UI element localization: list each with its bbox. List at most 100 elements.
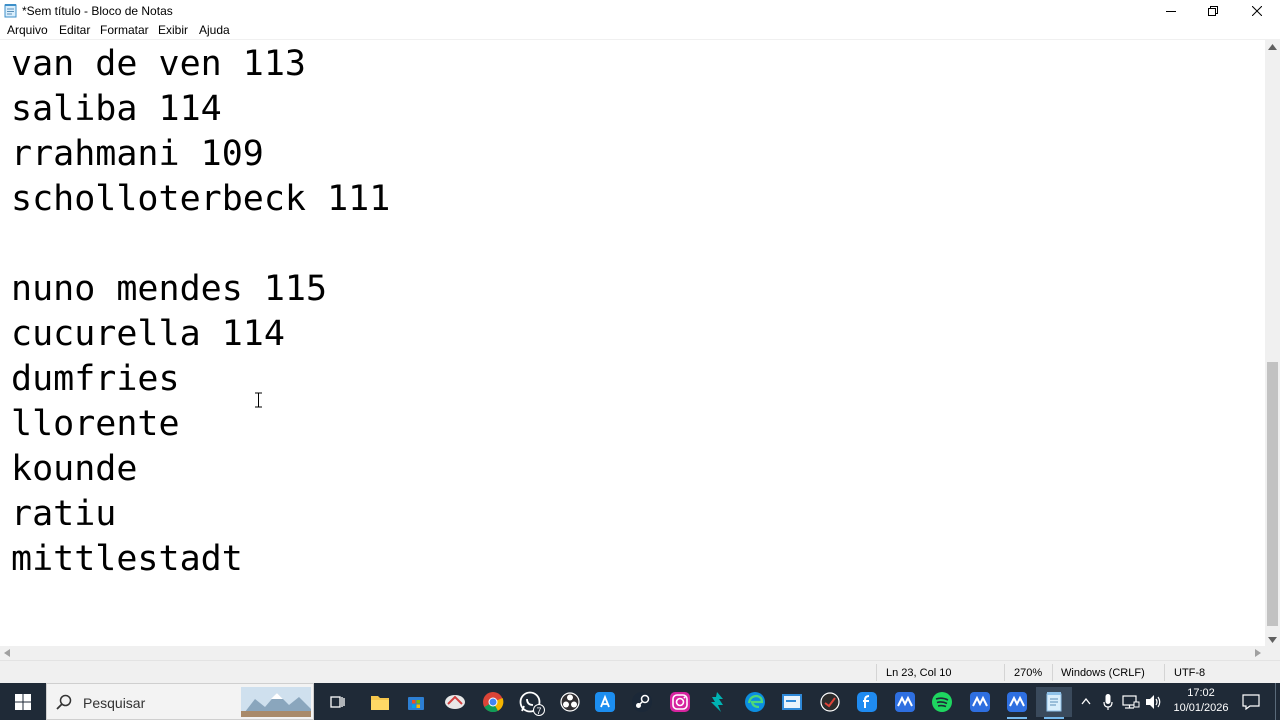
running-indicator bbox=[1044, 717, 1064, 719]
taskbar-clock[interactable]: 17:02 10/01/2026 bbox=[1166, 686, 1236, 716]
cursor-position: Ln 23, Col 10 bbox=[886, 667, 952, 679]
text-line: ratiu bbox=[11, 494, 117, 534]
text-editor[interactable]: van de ven 113 saliba 114 rrahmani 109 s… bbox=[0, 40, 1265, 646]
close-button[interactable] bbox=[1236, 0, 1278, 21]
taskbar-app-chrome[interactable] bbox=[475, 687, 511, 717]
taskbar-app[interactable] bbox=[887, 687, 923, 717]
edge-icon bbox=[745, 692, 765, 712]
steam-icon bbox=[632, 692, 652, 712]
taskbar: Pesquisar 7 17:02 10/01/2026 bbox=[0, 683, 1280, 720]
taskbar-app[interactable] bbox=[587, 687, 623, 717]
taskbar-app-whatsapp[interactable]: 7 bbox=[512, 687, 548, 717]
search-highlight-image bbox=[241, 687, 311, 717]
volume-button[interactable] bbox=[1143, 683, 1165, 720]
app-icon bbox=[711, 692, 723, 712]
windows-logo-icon bbox=[15, 693, 31, 710]
app-icon bbox=[782, 694, 802, 710]
notification-center-button[interactable] bbox=[1236, 683, 1266, 720]
scroll-right-icon[interactable] bbox=[1255, 649, 1261, 657]
running-indicator bbox=[1007, 717, 1027, 719]
show-desktop-button[interactable] bbox=[1275, 683, 1280, 720]
taskbar-app[interactable] bbox=[812, 687, 848, 717]
chevron-up-icon bbox=[1081, 698, 1091, 705]
app-store-icon bbox=[595, 692, 615, 712]
zoom-level: 270% bbox=[1014, 667, 1043, 679]
taskbar-app[interactable] bbox=[774, 687, 810, 717]
taskbar-app-spotify[interactable] bbox=[924, 687, 960, 717]
network-icon bbox=[1122, 694, 1140, 709]
task-view-icon bbox=[330, 696, 345, 708]
taskbar-app-notepad[interactable] bbox=[1036, 687, 1072, 719]
notepad-icon bbox=[1046, 692, 1062, 712]
search-placeholder: Pesquisar bbox=[83, 695, 146, 711]
encoding: UTF-8 bbox=[1174, 667, 1206, 679]
app-icon bbox=[445, 695, 465, 709]
menu-formatar[interactable]: Formatar bbox=[100, 23, 149, 37]
scroll-down-icon[interactable] bbox=[1268, 637, 1277, 643]
text-line: saliba 114 bbox=[11, 89, 222, 129]
vertical-scrollbar[interactable] bbox=[1265, 40, 1280, 646]
show-hidden-icons-button[interactable] bbox=[1076, 683, 1096, 720]
status-divider bbox=[1052, 664, 1053, 681]
text-line: nuno mendes 115 bbox=[11, 269, 328, 309]
taskbar-app[interactable] bbox=[962, 687, 998, 717]
taskbar-app-file-explorer[interactable] bbox=[362, 687, 398, 717]
app-icon bbox=[895, 692, 915, 712]
chrome-icon bbox=[483, 692, 504, 713]
microphone-button[interactable] bbox=[1098, 683, 1118, 720]
instagram-icon bbox=[670, 692, 690, 712]
status-bar: Ln 23, Col 10 270% Windows (CRLF) UTF-8 bbox=[0, 660, 1280, 683]
notification-icon bbox=[1242, 693, 1260, 710]
microsoft-store-icon bbox=[408, 697, 424, 710]
taskbar-app[interactable] bbox=[437, 687, 473, 717]
microphone-icon bbox=[1103, 693, 1113, 710]
taskbar-app[interactable] bbox=[699, 687, 735, 717]
scroll-up-icon[interactable] bbox=[1268, 44, 1277, 50]
taskbar-app-store[interactable] bbox=[398, 687, 434, 717]
text-line: van de ven 113 bbox=[11, 44, 307, 84]
minimize-button[interactable] bbox=[1150, 0, 1192, 21]
search-icon bbox=[56, 694, 72, 710]
spotify-icon bbox=[932, 692, 952, 712]
restore-button[interactable] bbox=[1192, 0, 1234, 21]
window-title: *Sem título - Bloco de Notas bbox=[22, 4, 173, 18]
clock-time: 17:02 bbox=[1187, 687, 1215, 699]
scroll-left-icon[interactable] bbox=[4, 649, 10, 657]
app-icon bbox=[857, 692, 877, 712]
close-icon bbox=[1252, 5, 1262, 16]
app-icon bbox=[1007, 692, 1027, 712]
line-ending: Windows (CRLF) bbox=[1061, 667, 1145, 679]
title-bar[interactable]: *Sem título - Bloco de Notas bbox=[0, 0, 1280, 21]
menu-arquivo[interactable]: Arquivo bbox=[7, 23, 48, 37]
menu-bar: Arquivo Editar Formatar Exibir Ajuda bbox=[0, 21, 1280, 40]
text-line: dumfries bbox=[11, 359, 180, 399]
task-view-button[interactable] bbox=[319, 687, 355, 717]
text-cursor-icon bbox=[255, 392, 262, 408]
app-icon bbox=[820, 692, 840, 712]
clock-date: 10/01/2026 bbox=[1173, 702, 1229, 714]
taskbar-app-instagram[interactable] bbox=[662, 687, 698, 717]
text-line: mittlestadt bbox=[11, 539, 243, 579]
start-button[interactable] bbox=[0, 683, 46, 720]
menu-ajuda[interactable]: Ajuda bbox=[199, 23, 230, 37]
taskbar-app-obs[interactable] bbox=[552, 687, 588, 717]
app-icon bbox=[970, 692, 990, 712]
status-divider bbox=[876, 664, 877, 681]
notepad-icon bbox=[4, 4, 17, 18]
text-line: rrahmani 109 bbox=[11, 134, 264, 174]
horizontal-scrollbar[interactable] bbox=[0, 646, 1265, 660]
taskbar-app-edge[interactable] bbox=[737, 687, 773, 717]
taskbar-app-steam[interactable] bbox=[624, 687, 660, 717]
taskbar-app[interactable] bbox=[849, 687, 885, 717]
text-line: cucurella 114 bbox=[11, 314, 285, 354]
network-button[interactable] bbox=[1120, 683, 1142, 720]
scrollbar-corner bbox=[1265, 646, 1280, 660]
menu-editar[interactable]: Editar bbox=[59, 23, 90, 37]
vertical-scroll-thumb[interactable] bbox=[1267, 362, 1278, 626]
status-divider bbox=[1004, 664, 1005, 681]
taskbar-search-box[interactable]: Pesquisar bbox=[46, 683, 314, 720]
menu-exibir[interactable]: Exibir bbox=[158, 23, 188, 37]
taskbar-app[interactable] bbox=[999, 687, 1035, 719]
obs-icon bbox=[560, 692, 580, 712]
minimize-icon bbox=[1166, 10, 1176, 12]
